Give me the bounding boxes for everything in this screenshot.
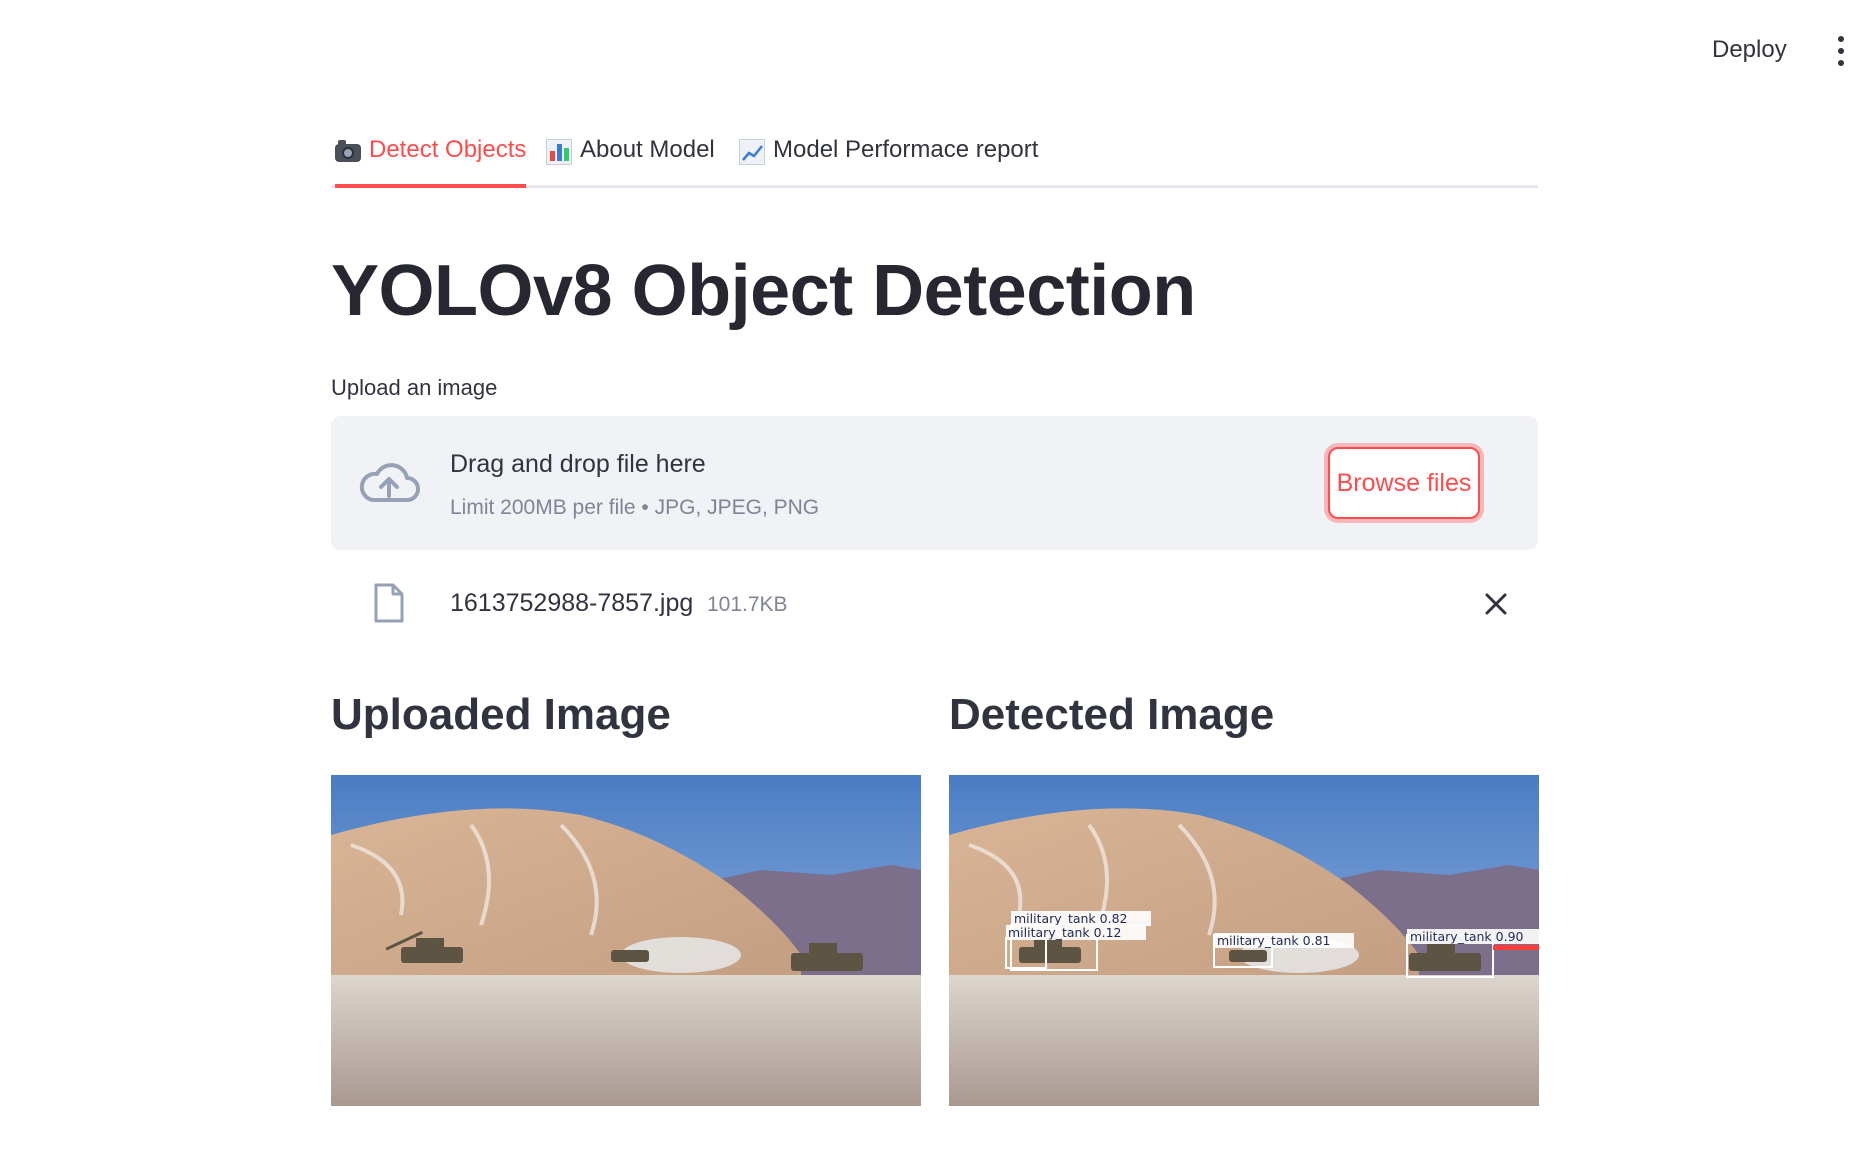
main-content: Detect Objects About Model Model Perform… — [331, 0, 1539, 1159]
uploaded-file-row: 1613752988-7857.jpg 101.7KB — [331, 580, 1538, 630]
tab-model-performance-report[interactable]: Model Performace report — [739, 136, 1038, 180]
detection-label: military_tank 0.12 — [1008, 925, 1121, 940]
uploaded-image-heading: Uploaded Image — [331, 690, 671, 739]
line-chart-icon — [739, 139, 765, 165]
tab-label: Detect Objects — [369, 136, 527, 163]
file-icon — [374, 583, 404, 623]
upload-label: Upload an image — [331, 375, 498, 400]
uploaded-image — [331, 775, 921, 1106]
camera-icon — [335, 140, 361, 162]
tab-bar: Detect Objects About Model Model Perform… — [331, 128, 1538, 188]
page-title: YOLOv8 Object Detection — [331, 251, 1196, 331]
cloud-upload-icon — [359, 463, 420, 502]
deploy-button[interactable]: Deploy — [1712, 36, 1787, 66]
detected-image-heading: Detected Image — [949, 690, 1275, 739]
file-dropzone[interactable]: Drag and drop file here Limit 200MB per … — [331, 416, 1538, 550]
tab-detect-objects[interactable]: Detect Objects — [335, 136, 527, 188]
dropzone-title: Drag and drop file here — [450, 450, 706, 478]
tab-about-model[interactable]: About Model — [546, 136, 715, 180]
bar-chart-icon — [546, 139, 572, 165]
detection-label: military_tank 0.90 — [1410, 929, 1524, 944]
browse-files-button[interactable]: Browse files — [1328, 447, 1480, 519]
kebab-menu-icon[interactable] — [1836, 36, 1846, 66]
close-icon[interactable] — [1481, 589, 1511, 619]
tab-label: About Model — [580, 136, 715, 163]
detection-label: military_tank 0.81 — [1217, 933, 1330, 948]
tab-label: Model Performace report — [773, 136, 1039, 163]
file-name: 1613752988-7857.jpg — [450, 589, 694, 617]
detected-image: military_tank 0.82 military_tank 0.12 mi… — [949, 775, 1539, 1106]
file-size: 101.7KB — [707, 593, 788, 616]
dropzone-limit: Limit 200MB per file • JPG, JPEG, PNG — [450, 496, 820, 519]
detection-label: military_tank 0.82 — [1014, 911, 1127, 926]
